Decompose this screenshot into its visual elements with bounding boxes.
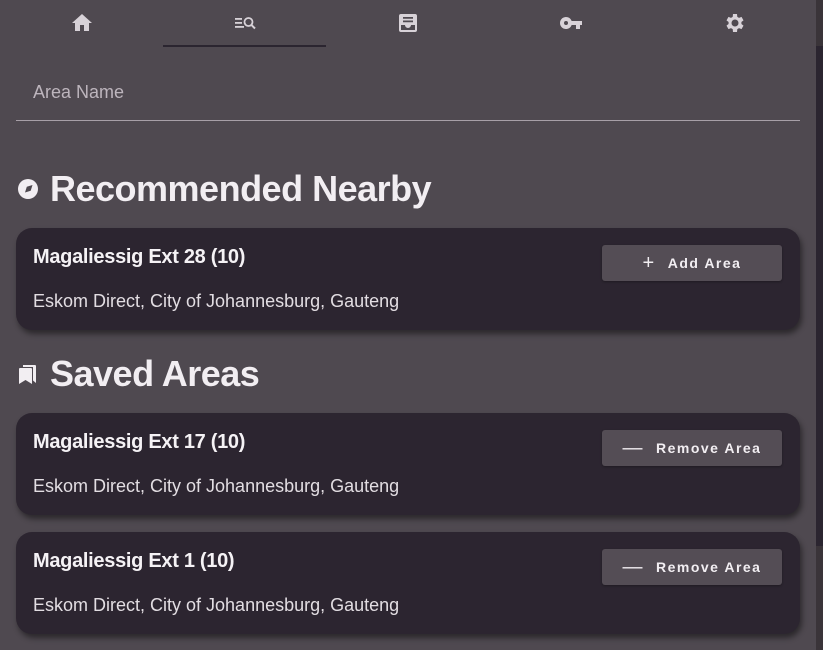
area-description: Eskom Direct, City of Johannesburg, Gaut…	[33, 291, 400, 311]
minus-icon: —	[622, 437, 644, 459]
gear-icon	[726, 14, 744, 32]
key-icon	[560, 17, 583, 29]
scrollbar-thumb[interactable]	[816, 46, 823, 546]
minus-icon: —	[622, 556, 644, 578]
bookmarks-icon	[16, 362, 40, 386]
plus-icon: +	[642, 252, 656, 274]
saved-section-header: Saved Areas	[16, 353, 260, 395]
remove-area-label: Remove Area	[656, 440, 762, 456]
add-area-label: Add Area	[667, 255, 742, 271]
recommended-title: Recommended Nearby	[50, 168, 432, 209]
tab-home[interactable]	[0, 0, 163, 47]
area-description: Eskom Direct, City of Johannesburg, Gaut…	[33, 595, 400, 615]
area-card-saved: Magaliessig Ext 17 (10) Eskom Direct, Ci…	[16, 413, 800, 515]
remove-area-label: Remove Area	[656, 559, 762, 575]
area-description: Eskom Direct, City of Johannesburg, Gaut…	[33, 476, 400, 496]
app-window: Recommended Nearby Magaliessig Ext 28 (1…	[0, 0, 823, 650]
saved-title: Saved Areas	[50, 353, 260, 394]
tab-search[interactable]	[163, 0, 327, 47]
area-name-input[interactable]	[16, 72, 800, 112]
area-name: Magaliessig Ext 28 (10)	[33, 246, 246, 268]
area-name: Magaliessig Ext 1 (10)	[33, 550, 235, 572]
tab-settings[interactable]	[653, 0, 816, 47]
search-list-icon	[234, 17, 256, 30]
area-card-recommended: Magaliessig Ext 28 (10) Eskom Direct, Ci…	[16, 228, 800, 330]
recommended-section-header: Recommended Nearby	[16, 168, 432, 210]
area-name: Magaliessig Ext 17 (10)	[33, 431, 246, 453]
tab-inbox[interactable]	[326, 0, 489, 47]
scrollbar-track[interactable]	[816, 0, 823, 650]
compass-icon	[16, 177, 40, 201]
inbox-icon	[399, 14, 417, 32]
remove-area-button[interactable]: — Remove Area	[602, 549, 782, 585]
area-card-saved: Magaliessig Ext 1 (10) Eskom Direct, Cit…	[16, 532, 800, 634]
home-icon	[71, 14, 92, 31]
add-area-button[interactable]: + Add Area	[602, 245, 782, 281]
remove-area-button[interactable]: — Remove Area	[602, 430, 782, 466]
area-search-field[interactable]	[16, 72, 800, 121]
tab-key[interactable]	[490, 0, 653, 47]
top-nav	[0, 0, 816, 47]
